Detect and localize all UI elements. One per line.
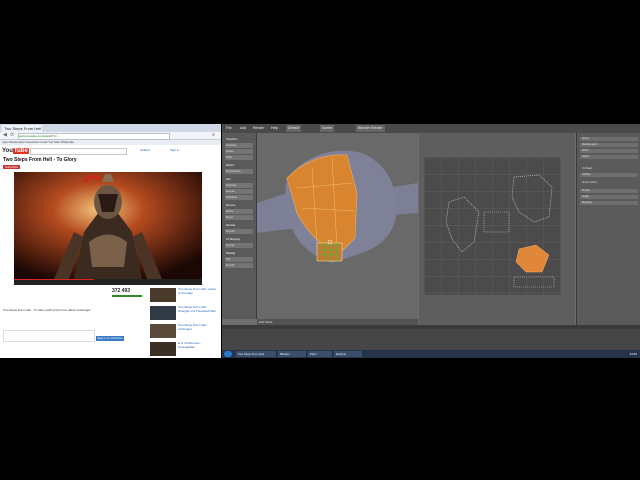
tool-button[interactable]: Delete — [225, 209, 253, 214]
address-bar[interactable]: www.youtube.com/watch?v=... — [18, 133, 170, 140]
menu-icon[interactable]: ≡ — [212, 133, 215, 138]
tool-heading: Shading — [226, 252, 236, 255]
taskbar-item[interactable]: Paint — [308, 351, 332, 357]
uv-islands — [445, 174, 555, 288]
progress-bar[interactable] — [14, 279, 94, 280]
taskbar: Two Steps From Hell Blender Paint Explor… — [222, 350, 640, 358]
player-controls[interactable] — [14, 279, 202, 285]
blender-header — [222, 124, 640, 133]
image-slot[interactable]: Image — [580, 195, 638, 199]
sign-in-link[interactable]: Sign in — [170, 148, 179, 153]
uv-map-slot[interactable]: UVMap — [580, 173, 638, 177]
video-title: Two Steps From Hell - To Glory — [3, 157, 77, 163]
tool-shelf: Transform Translate Rotate Scale Deform … — [222, 133, 257, 319]
related-title[interactable]: Two Steps From Hell - Strength of a Thou… — [178, 305, 218, 313]
layout-selector[interactable]: Default — [286, 125, 302, 132]
related-title[interactable]: E.S. Posthumus - Unstoppable — [178, 341, 218, 349]
outliner-item[interactable]: Object — [580, 155, 638, 159]
related-thumbnail[interactable] — [150, 324, 176, 338]
mesh-model[interactable] — [257, 133, 418, 319]
tool-button[interactable]: Merge — [225, 215, 253, 220]
tool-button[interactable]: Rotate — [225, 149, 253, 154]
panel-heading: Vertex Colors — [582, 181, 598, 184]
tool-button[interactable]: Flat — [225, 257, 253, 262]
tool-heading: Deform — [226, 164, 235, 167]
timeline[interactable] — [222, 329, 640, 351]
youtube-logo[interactable]: YouTube — [2, 147, 29, 155]
comment-box[interactable] — [3, 330, 95, 342]
tool-button[interactable]: Unwrap — [225, 243, 253, 248]
taskbar-item[interactable]: Explorer — [334, 351, 362, 357]
related-thumbnail[interactable] — [150, 306, 176, 320]
tool-button[interactable]: Subdivide — [225, 195, 253, 200]
browser-window: Two Steps From Hell - To Glory ◀ ⟳ www.y… — [0, 124, 221, 358]
tool-button[interactable]: Duplicate — [225, 183, 253, 188]
tool-button[interactable]: Smooth — [225, 263, 253, 268]
render-engine-selector[interactable]: Blender Render — [356, 125, 385, 132]
tool-button[interactable]: Shrink/Fatten — [225, 169, 253, 174]
tool-button[interactable]: Extrude — [225, 189, 253, 194]
texture-slot[interactable]: Texture — [580, 189, 638, 193]
tool-heading: Remove — [226, 204, 236, 207]
related-video[interactable]: Two Steps From Hell - Archangel — [150, 323, 218, 338]
view-count: 372 493 — [112, 288, 131, 294]
video-player[interactable] — [14, 172, 202, 279]
video-description: Two Steps From Hell - To Glory (with lyr… — [3, 308, 91, 312]
panel-heading: UV Maps — [582, 167, 593, 170]
outliner-item[interactable]: Scene — [580, 137, 638, 141]
related-thumbnail[interactable] — [150, 342, 176, 356]
tool-button[interactable]: Translate — [225, 143, 253, 148]
outliner-item[interactable]: World — [580, 149, 638, 153]
back-icon[interactable]: ◀ — [3, 133, 7, 138]
menu-help[interactable]: Help — [271, 125, 278, 132]
3d-viewport[interactable] — [257, 133, 418, 319]
related-thumbnail[interactable] — [150, 288, 176, 302]
like-bar — [112, 295, 142, 297]
blender-window: File Add Render Help Default Scene Blend… — [222, 124, 640, 358]
related-video[interactable]: E.S. Posthumus - Unstoppable — [150, 341, 218, 356]
taskbar-item[interactable]: Blender — [278, 351, 306, 357]
channel-row: Subscribe — [3, 164, 213, 170]
properties-panel: Scene RenderLayers World Object UV Maps … — [576, 133, 640, 325]
tool-heading: Add — [226, 178, 231, 181]
tool-heading: UV Mapping — [226, 238, 240, 241]
start-button[interactable] — [224, 351, 232, 357]
scene-selector[interactable]: Scene — [320, 125, 334, 132]
menu-file[interactable]: File — [226, 125, 232, 132]
tool-heading: Normals — [226, 224, 236, 227]
browser-tab[interactable]: Two Steps From Hell - To Glory — [2, 125, 42, 132]
subscribe-button[interactable]: Subscribe — [3, 165, 21, 169]
mapping-slot[interactable]: Mapping — [580, 201, 638, 205]
related-title[interactable]: Two Steps From Hell - Archangel — [178, 323, 218, 331]
outliner-item[interactable]: RenderLayers — [580, 143, 638, 147]
search-input[interactable] — [30, 148, 127, 155]
sign-in-button[interactable]: Sign in to YouTube — [96, 336, 124, 341]
tool-button[interactable]: Smooth — [225, 229, 253, 234]
tool-heading: Transform — [226, 138, 238, 141]
clock: 14:56 — [629, 352, 637, 356]
bookmarks-bar[interactable]: Apps Bookmarks Facebook Gmail YouTube Wi… — [0, 140, 221, 145]
menu-render[interactable]: Render — [253, 125, 264, 132]
related-title[interactable]: Two Steps From Hell - Heart of Courage — [178, 287, 218, 295]
uv-grid[interactable] — [424, 157, 561, 295]
tool-button[interactable]: Scale — [225, 155, 253, 160]
related-video[interactable]: Two Steps From Hell - Heart of Courage — [150, 287, 218, 302]
related-video[interactable]: Two Steps From Hell - Strength of a Thou… — [150, 305, 218, 320]
upload-link[interactable]: Upload — [140, 148, 150, 153]
taskbar-item[interactable]: Two Steps From Hell — [236, 351, 276, 357]
menu-add[interactable]: Add — [240, 125, 246, 132]
video-frame — [14, 172, 202, 279]
reload-icon[interactable]: ⟳ — [10, 133, 14, 138]
